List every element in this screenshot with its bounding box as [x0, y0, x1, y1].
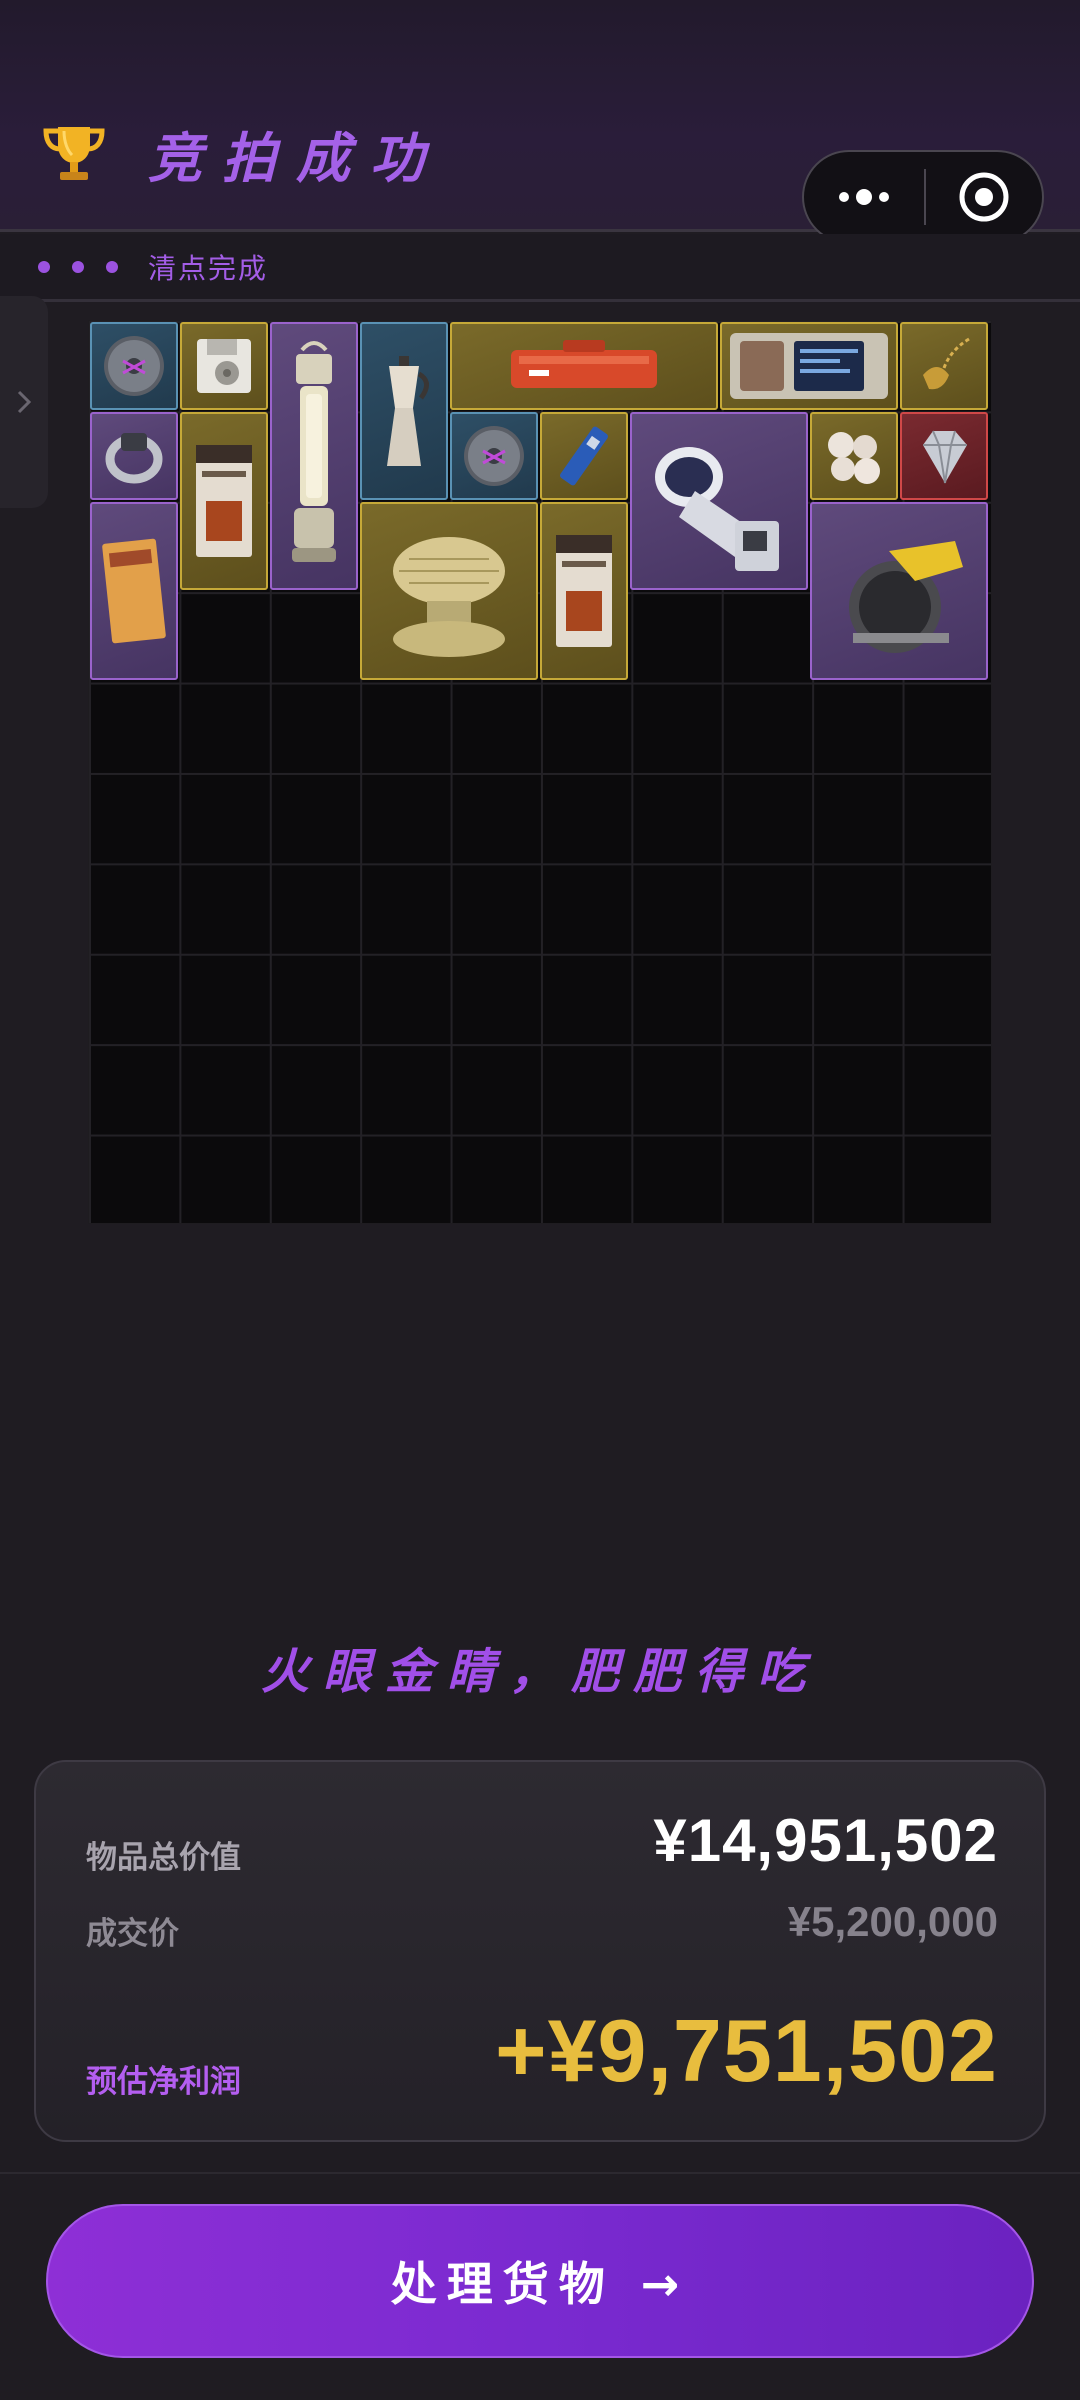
item-pearls[interactable] [810, 412, 898, 500]
total-value-label: 物品总价值 [86, 1840, 241, 1876]
item-hard-drive-disc[interactable] [90, 322, 178, 410]
item-golden-wafer-machine[interactable] [360, 502, 538, 680]
item-red-tool-case[interactable] [450, 322, 718, 410]
deal-price-value: ¥5,200,000 [787, 1898, 998, 1945]
item-black-tide-book[interactable] [90, 502, 178, 680]
item-barista-coffee-box[interactable] [180, 412, 268, 590]
status-dot [106, 260, 118, 273]
total-value: ¥14,951,502 [653, 1807, 998, 1874]
item-telescope-part[interactable] [630, 412, 808, 590]
status-dot [72, 260, 84, 273]
item-lantern[interactable] [270, 322, 358, 590]
status-dot [38, 260, 50, 273]
title-row: 竞拍成功 [38, 118, 444, 190]
profit-value: +¥9,751,502 [495, 2001, 998, 2100]
item-circuit-device[interactable] [720, 322, 898, 410]
trophy-icon [43, 127, 105, 180]
item-ring[interactable] [90, 412, 178, 500]
more-dots-icon [839, 189, 889, 205]
item-floppy-disk[interactable] [180, 322, 268, 410]
status-bar: 清点完成 [0, 234, 1080, 302]
item-barista-coffee-box-2[interactable] [540, 502, 628, 680]
item-ssd-stick[interactable] [540, 412, 628, 500]
slogan: 火眼金睛，肥肥得吃 [260, 1644, 819, 1700]
deal-price-label: 成交价 [86, 1916, 179, 1952]
summary-panel: 物品总价值 ¥14,951,502 成交价 ¥5,200,000 预估净利润 +… [34, 1760, 1046, 2142]
footer-divider [0, 2172, 1080, 2174]
profit-label: 预估净利润 [86, 2064, 241, 2100]
header: 竞拍成功 [0, 0, 1080, 244]
close-button[interactable] [926, 152, 1042, 242]
side-drawer-tab[interactable] [0, 296, 48, 508]
mini-program-capsule [802, 150, 1044, 244]
process-goods-button[interactable]: 处理货物 → [46, 2204, 1034, 2358]
inventory-grid [88, 320, 992, 1224]
item-hard-drive-disc-2[interactable] [450, 412, 538, 500]
more-button[interactable] [804, 152, 924, 242]
chevron-right-icon [17, 390, 32, 414]
status-text: 清点完成 [148, 251, 269, 285]
target-close-icon [959, 172, 1009, 222]
item-circular-saw[interactable] [810, 502, 988, 680]
status-dots [38, 260, 118, 273]
item-diamond[interactable] [900, 412, 988, 500]
page-title: 竞拍成功 [148, 125, 444, 190]
item-moka-pot[interactable] [360, 322, 448, 500]
item-gold-skull-pendant[interactable] [900, 322, 988, 410]
